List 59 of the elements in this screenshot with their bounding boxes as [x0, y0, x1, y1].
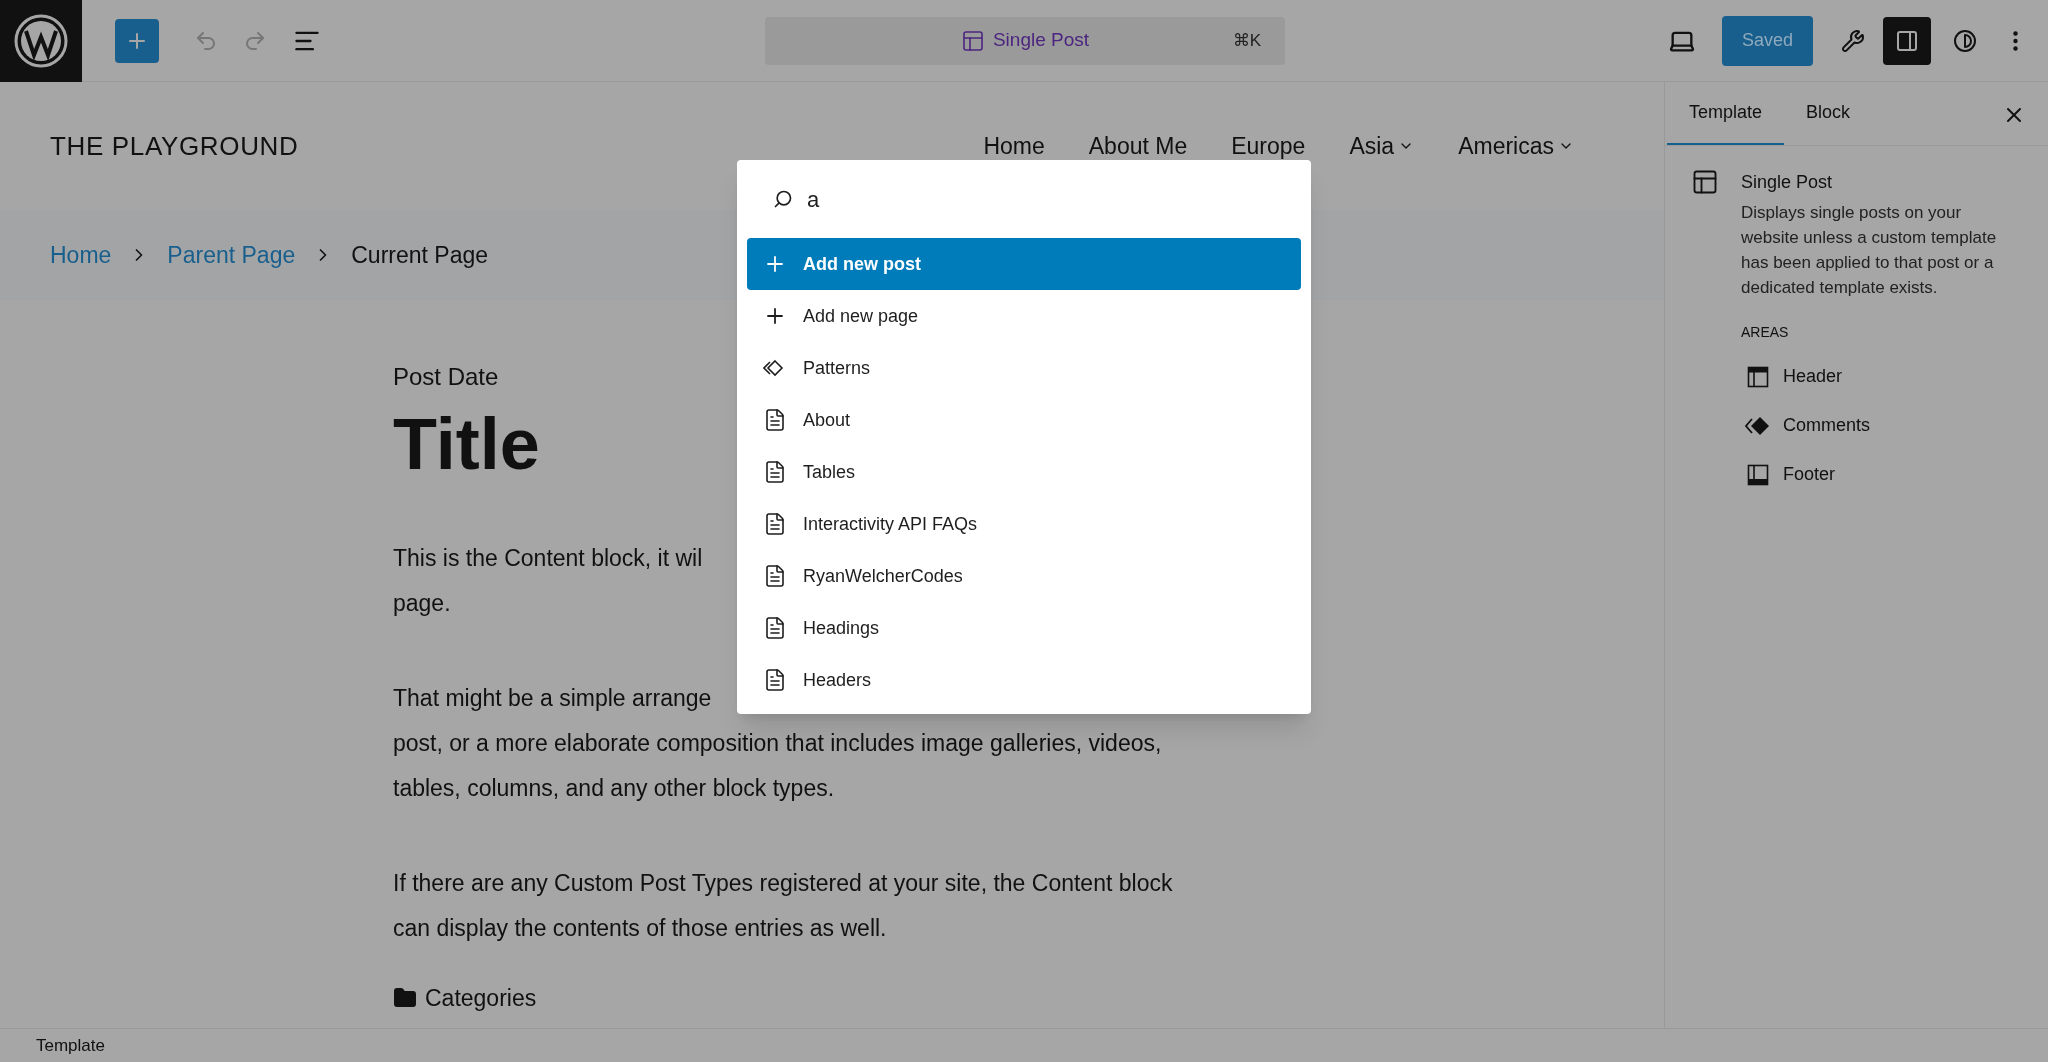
page-icon [763, 460, 787, 484]
command-result[interactable]: About [747, 394, 1301, 446]
command-result[interactable]: Add new page [747, 290, 1301, 342]
categories-label: Categories [425, 984, 537, 1013]
paragraph-line: This is the Content block, it wil [393, 544, 703, 573]
template-title: Single Post [1741, 171, 1834, 194]
search-icon [773, 189, 793, 209]
wrench-icon [1841, 28, 1865, 53]
header-area-icon [1747, 365, 1769, 388]
template-icon [1691, 168, 1719, 196]
wordpress-logo[interactable] [0, 0, 82, 82]
sidebar-tab[interactable]: Block [1784, 81, 1873, 145]
command-bar[interactable]: Single Post ⌘K [765, 16, 1285, 65]
command-result[interactable]: Interactivity API FAQs [747, 498, 1301, 550]
command-result[interactable]: Add new post [747, 238, 1301, 290]
command-result[interactable]: Headings [747, 602, 1301, 654]
paragraph-line: If there are any Custom Post Types registered at your site, the Content block [393, 869, 1173, 898]
area-item[interactable]: Header [1741, 363, 2023, 390]
nav-link[interactable]: Americas [1458, 134, 1574, 158]
sidebar-icon [1895, 28, 1919, 53]
status-text: Template [36, 1034, 105, 1057]
page-icon [763, 408, 787, 432]
settings-toggle-button[interactable] [1883, 16, 1931, 65]
site-title: THE PLAYGROUND [50, 129, 299, 163]
paragraph-line: can display the contents of those entries as well. [393, 914, 887, 943]
nav-link[interactable]: Home [983, 134, 1045, 158]
footer-area-icon [1747, 463, 1769, 486]
paragraph-line: page. [393, 589, 451, 618]
areas-heading: AREAS [1741, 323, 1790, 342]
command-result[interactable]: Tables [747, 446, 1301, 498]
nav-link[interactable]: Asia [1349, 134, 1415, 158]
sidebar-tab[interactable]: Template [1667, 81, 1785, 145]
page-icon [763, 564, 787, 588]
template-description: Displays single posts on your website unless a custom template has been applied to that post or a dedicated template exists. [1741, 202, 1998, 299]
logo-icon [13, 12, 69, 69]
template-icon [960, 28, 985, 53]
page-icon [763, 668, 787, 692]
command-result[interactable]: RyanWelcherCodes [747, 550, 1301, 602]
nav-link[interactable]: About Me [1088, 134, 1188, 158]
paragraph-line: tables, columns, and any other block types. [393, 774, 835, 803]
search-field[interactable]: a [747, 160, 1301, 238]
diamond-icon [1745, 414, 1771, 437]
nav-link[interactable]: Europe [1231, 134, 1306, 158]
command-bar-label: Single Post [992, 28, 1090, 53]
paragraph-line: post, or a more elaborate composition that includes image galleries, videos, [393, 729, 1162, 758]
shortcut-hint: ⌘K [1232, 29, 1261, 52]
page-icon [763, 616, 787, 640]
area-item[interactable]: Footer [1741, 461, 2023, 488]
area-item[interactable]: Comments [1741, 412, 2023, 439]
page-icon [763, 512, 787, 536]
paragraph-line: That might be a simple arrange [393, 684, 712, 713]
more-icon [2013, 30, 2018, 51]
add-block-button[interactable] [115, 18, 159, 63]
post-title: Title [393, 403, 540, 486]
command-result[interactable]: Headers [747, 654, 1301, 706]
contrast-icon [1953, 28, 1977, 53]
post-date: Post Date [393, 362, 499, 392]
breadcrumb-current: Current Page [351, 240, 489, 270]
command-result[interactable]: Patterns [747, 342, 1301, 394]
